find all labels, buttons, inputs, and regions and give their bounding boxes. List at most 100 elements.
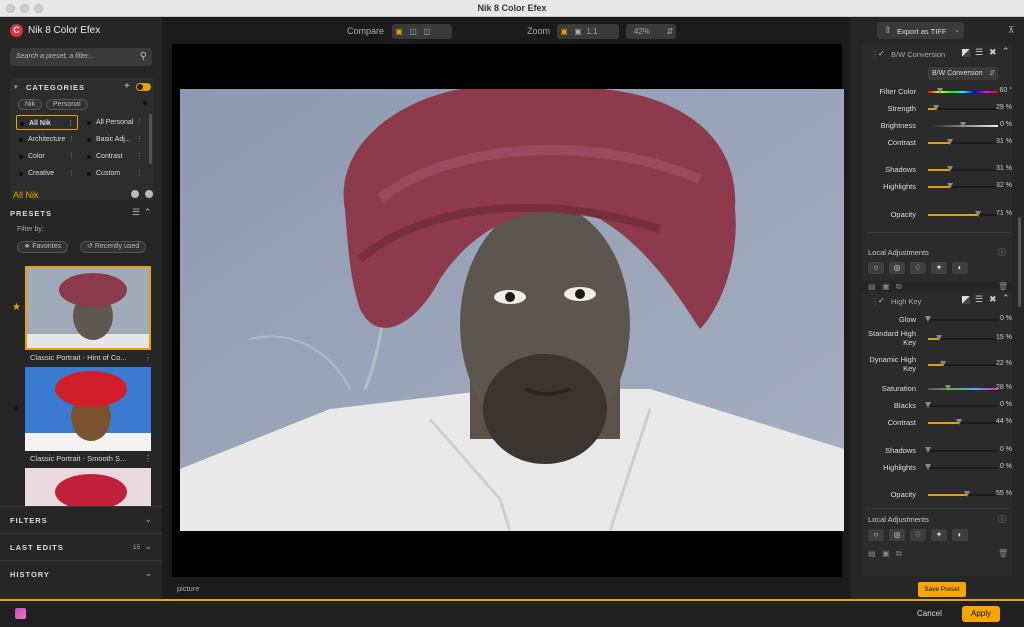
slider-track[interactable]: [928, 122, 998, 128]
chevron-up-icon[interactable]: ⌃: [1002, 46, 1010, 57]
favorite-star-icon[interactable]: ★: [12, 404, 21, 415]
save-preset-button[interactable]: Save Preset: [918, 582, 966, 597]
category-all-personal[interactable]: All Personal ⋮: [84, 115, 146, 130]
slider-handle[interactable]: [925, 316, 931, 322]
more-icon[interactable]: ⋮: [144, 454, 152, 463]
add-preset-icon[interactable]: [131, 190, 139, 198]
zoom-1to1-button[interactable]: 1:1: [585, 24, 599, 39]
history-section[interactable]: HISTORY ⌄: [0, 560, 162, 586]
category-custom[interactable]: Custom ⋮: [84, 166, 146, 181]
more-icon[interactable]: ⋮: [144, 353, 152, 362]
slider-track[interactable]: [928, 491, 998, 497]
fill-screen-icon[interactable]: ▣: [571, 24, 585, 39]
compare-off-icon[interactable]: ▣: [392, 24, 406, 39]
menu-icon[interactable]: ☰: [975, 47, 983, 58]
tag-personal[interactable]: Personal: [46, 99, 88, 110]
magic-tool-icon[interactable]: ✦: [931, 529, 947, 541]
slider-track[interactable]: [928, 105, 998, 111]
slider-handle[interactable]: [960, 122, 966, 128]
slider-handle[interactable]: [925, 402, 931, 408]
slider-track[interactable]: [925, 316, 998, 322]
slider-track[interactable]: [928, 335, 998, 341]
help-icon[interactable]: ⓘ: [998, 514, 1006, 525]
magic-tool-icon[interactable]: ✦: [931, 262, 947, 274]
luminance-tool-icon[interactable]: ◐: [952, 262, 968, 274]
show-mask-icon[interactable]: ▣: [882, 549, 890, 558]
invert-icon[interactable]: ▤: [868, 549, 876, 558]
menu-icon[interactable]: ☰: [975, 294, 983, 305]
fit-screen-icon[interactable]: ▣: [557, 24, 571, 39]
chevron-up-icon[interactable]: ⌃: [144, 207, 152, 218]
categories-toggle[interactable]: [136, 83, 151, 91]
bw-method-select[interactable]: B/W Conversion ⇵: [928, 67, 998, 80]
list-view-icon[interactable]: ☰: [132, 207, 140, 218]
category-creative[interactable]: Creative ⋮: [16, 166, 78, 181]
lasso-tool-icon[interactable]: ♢: [910, 262, 926, 274]
more-icon[interactable]: ⋮: [67, 116, 74, 131]
enable-checkbox[interactable]: ✓: [878, 296, 885, 305]
category-contrast[interactable]: Contrast ⋮: [84, 149, 146, 164]
trash-icon[interactable]: 🗑: [998, 549, 1008, 558]
more-icon[interactable]: ⋮: [136, 115, 143, 130]
slider-handle[interactable]: [945, 385, 951, 391]
slider-track[interactable]: [928, 139, 998, 145]
point-tool-icon[interactable]: ○: [868, 262, 884, 274]
slider-handle[interactable]: [937, 88, 943, 94]
chevron-up-icon[interactable]: ⌃: [1002, 293, 1010, 304]
more-icon[interactable]: ⋮: [68, 166, 75, 181]
more-icon[interactable]: ⋮: [136, 132, 143, 147]
zoom-select[interactable]: 42% ⇵: [626, 24, 676, 39]
last-edits-section[interactable]: LAST EDITS 15 ⌄: [0, 533, 162, 559]
brush-tool-icon[interactable]: ◎: [889, 529, 905, 541]
enable-checkbox[interactable]: ✓: [878, 49, 885, 58]
slider-track[interactable]: [928, 361, 998, 367]
slider-track[interactable]: [925, 447, 998, 453]
collapse-all-icon[interactable]: ⊼: [1008, 25, 1015, 36]
slider-track[interactable]: [928, 211, 998, 217]
lasso-tool-icon[interactable]: ♢: [910, 529, 926, 541]
slider-handle[interactable]: [925, 447, 931, 453]
more-icon[interactable]: ⋮: [136, 149, 143, 164]
apply-button[interactable]: Apply: [962, 606, 1000, 622]
preset-thumbnail[interactable]: [25, 367, 151, 451]
tag-nik[interactable]: Nik: [18, 99, 43, 110]
slider-track[interactable]: [925, 464, 998, 470]
remove-filter-icon[interactable]: ✖: [989, 294, 997, 305]
more-icon[interactable]: ⋮: [68, 132, 75, 147]
help-icon[interactable]: ⓘ: [998, 247, 1006, 258]
point-tool-icon[interactable]: ○: [868, 529, 884, 541]
export-button[interactable]: ⇧ Export as TIFF ⌄: [877, 22, 964, 39]
trash-icon[interactable]: 🗑: [998, 282, 1008, 291]
categories-scrollbar[interactable]: [149, 114, 152, 164]
cancel-button[interactable]: Cancel: [917, 609, 942, 618]
favorite-star-icon[interactable]: ★: [12, 302, 21, 313]
slider-track[interactable]: [928, 183, 998, 189]
remove-filter-icon[interactable]: ✖: [989, 47, 997, 58]
slider-track[interactable]: [928, 385, 998, 391]
copy-icon[interactable]: ⧉: [896, 549, 902, 559]
search-input[interactable]: Search a preset, a filter... ⚲: [10, 48, 152, 66]
more-icon[interactable]: ⋮: [136, 166, 143, 181]
category-all-nik[interactable]: All Nik ⋮: [16, 115, 78, 130]
split-view-icon[interactable]: ◫: [406, 24, 420, 39]
favorites-filter[interactable]: ★ Favorites: [17, 241, 69, 253]
show-mask-icon[interactable]: ▣: [882, 282, 890, 291]
more-icon[interactable]: ⋮: [68, 149, 75, 164]
slider-track[interactable]: [928, 166, 998, 172]
slider-track[interactable]: [925, 402, 998, 408]
side-by-side-icon[interactable]: ◫: [420, 24, 434, 39]
slider-handle[interactable]: [925, 464, 931, 470]
invert-icon[interactable]: ▤: [868, 282, 876, 291]
slider-track[interactable]: [928, 419, 998, 425]
category-color[interactable]: Color ⋮: [16, 149, 78, 164]
mask-icon[interactable]: [962, 296, 970, 304]
brush-tool-icon[interactable]: ◎: [889, 262, 905, 274]
slider-track[interactable]: [928, 88, 998, 94]
collapse-chevron-icon[interactable]: ▾: [14, 83, 18, 91]
luminance-tool-icon[interactable]: ◐: [952, 529, 968, 541]
preset-thumbnail[interactable]: [25, 266, 151, 350]
preset-thumbnail[interactable]: [25, 468, 151, 506]
mask-icon[interactable]: [962, 49, 970, 57]
recently-used-filter[interactable]: ↺ Recently used: [80, 241, 147, 253]
add-category-icon[interactable]: +: [124, 81, 130, 92]
